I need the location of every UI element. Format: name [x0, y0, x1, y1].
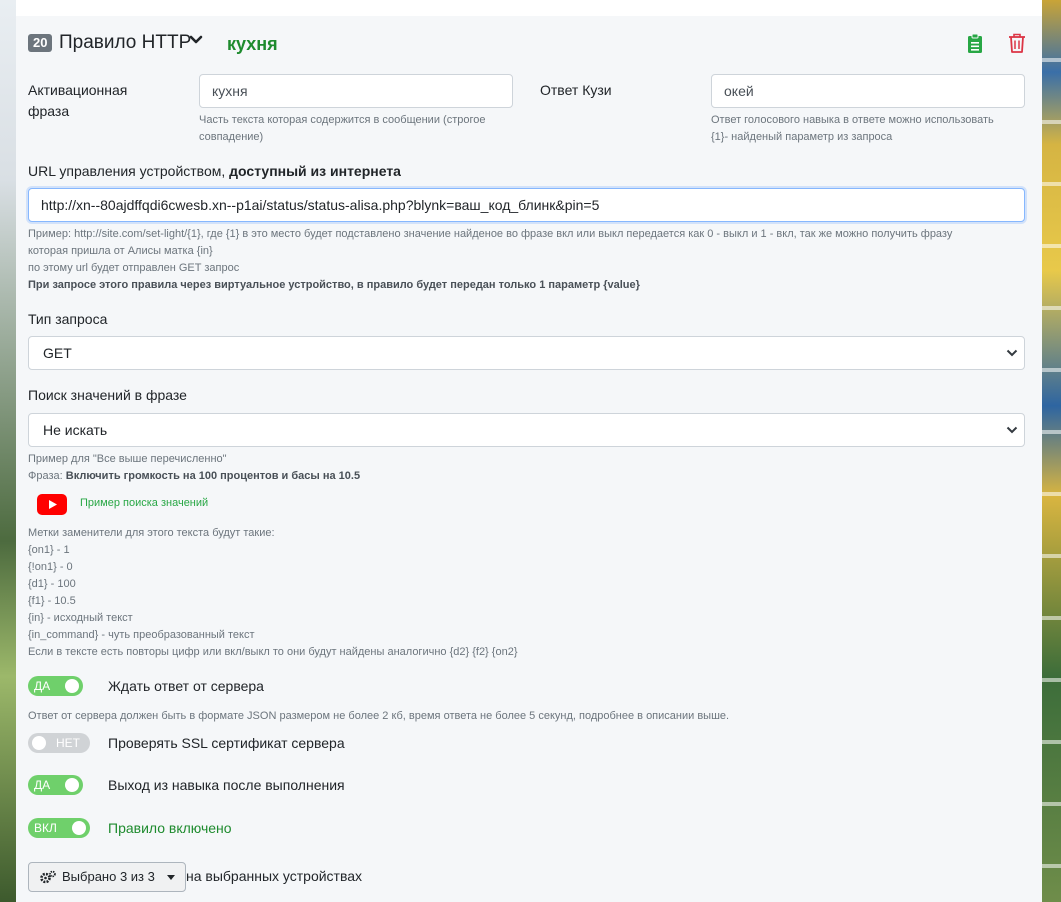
rule-number-badge: 20 [28, 34, 53, 52]
toggle-knob [72, 821, 86, 835]
wait-response-toggle[interactable]: ДА [28, 676, 83, 696]
youtube-icon[interactable] [37, 494, 67, 515]
list-item: Метки заменители для этого текста будут … [28, 527, 275, 539]
url-input[interactable]: http://xn--80ajdffqdi6cwesb.xn--p1ai/sta… [28, 188, 1025, 222]
trash-icon[interactable] [1008, 33, 1026, 53]
toggle-knob [32, 736, 46, 750]
value-search-example-link[interactable]: Пример поиска значений [80, 497, 208, 509]
background-right [1042, 0, 1061, 902]
list-item: {in_command} - чуть преобразованный текс… [28, 629, 255, 641]
list-item: Если в тексте есть повторы цифр или вкл/… [28, 646, 518, 658]
rule-card: 20 Правило HTTP кухня Активационная фраз… [16, 16, 1042, 902]
wait-response-label: Ждать ответ от сервера [108, 678, 264, 694]
list-item: {on1} - 1 [28, 544, 70, 556]
list-item: {f1} - 10.5 [28, 595, 76, 607]
card-top-strip [16, 0, 1042, 16]
activation-label: Активационная фраза [28, 82, 128, 119]
reply-input[interactable]: окей [711, 74, 1025, 108]
value-search-select[interactable]: Не искать [28, 413, 1025, 447]
value-search-label: Поиск значений в фразе [28, 387, 187, 403]
list-item: {d1} - 100 [28, 578, 76, 590]
rule-enabled-label: Правило включено [108, 820, 232, 836]
list-item: {in} - исходный текст [28, 612, 133, 624]
activation-hint: Часть текста которая содержится в сообще… [199, 114, 486, 143]
chevron-down-icon [1006, 349, 1018, 357]
rule-title[interactable]: Правило HTTP [59, 31, 191, 55]
ssl-check-label: Проверять SSL сертификат сервера [108, 735, 345, 751]
rule-enabled-toggle[interactable]: ВКЛ [28, 818, 90, 838]
caret-down-icon [167, 875, 175, 880]
toggle-knob [65, 679, 79, 693]
exit-skill-label: Выход из навыка после выполнения [108, 777, 345, 793]
reply-label: Ответ Кузи [540, 82, 612, 98]
toggle-knob [65, 778, 79, 792]
list-item: {!on1} - 0 [28, 561, 73, 573]
url-hint: Пример: http://site.com/set-light/{1}, г… [28, 228, 953, 291]
reply-hint: Ответ голосового навыка в ответе можно и… [711, 114, 994, 143]
url-label: URL управления устройством, доступный из… [28, 163, 401, 179]
devices-trailing-text: на выбранных устройствах [186, 868, 363, 884]
gears-icon [40, 870, 56, 884]
request-type-label: Тип запроса [28, 311, 108, 327]
ssl-check-toggle[interactable]: НЕТ [28, 733, 90, 753]
wait-response-hint: Ответ от сервера должен быть в формате J… [28, 710, 730, 722]
activation-phrase-input[interactable]: кухня [199, 74, 513, 108]
rule-phrase: кухня [227, 34, 278, 54]
clipboard-icon[interactable] [967, 33, 983, 53]
request-type-select[interactable]: GET [28, 336, 1025, 370]
background-left [0, 0, 16, 902]
chevron-down-icon[interactable] [189, 33, 203, 47]
markers-list: Метки заменители для этого текста будут … [28, 525, 518, 661]
chevron-down-icon [1006, 426, 1018, 434]
value-search-example: Пример для "Все выше перечисленно" Фраза… [28, 453, 361, 482]
exit-skill-toggle[interactable]: ДА [28, 775, 83, 795]
